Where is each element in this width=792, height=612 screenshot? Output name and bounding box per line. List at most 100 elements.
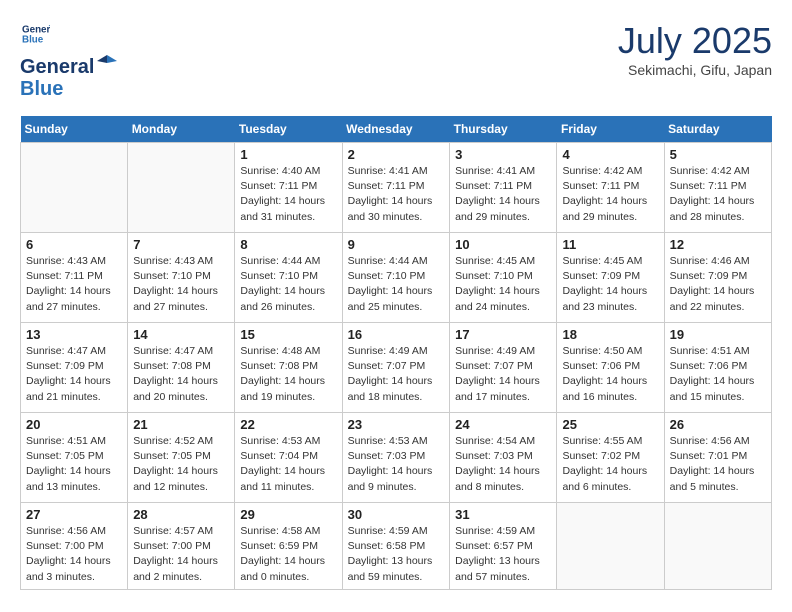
day-info: Sunrise: 4:53 AMSunset: 7:03 PMDaylight:… — [348, 434, 445, 495]
day-info: Sunrise: 4:42 AMSunset: 7:11 PMDaylight:… — [670, 164, 766, 225]
day-number: 4 — [562, 147, 658, 162]
day-info: Sunrise: 4:52 AMSunset: 7:05 PMDaylight:… — [133, 434, 229, 495]
day-number: 10 — [455, 237, 551, 252]
day-info: Sunrise: 4:49 AMSunset: 7:07 PMDaylight:… — [455, 344, 551, 405]
logo: General Blue General Blue — [20, 20, 117, 100]
calendar-week-1: 1 Sunrise: 4:40 AMSunset: 7:11 PMDaylight… — [21, 143, 772, 233]
day-number: 2 — [348, 147, 445, 162]
weekday-header-friday: Friday — [557, 116, 664, 143]
day-number: 24 — [455, 417, 551, 432]
day-info: Sunrise: 4:40 AMSunset: 7:11 PMDaylight:… — [240, 164, 336, 225]
calendar-week-4: 20 Sunrise: 4:51 AMSunset: 7:05 PMDayligh… — [21, 413, 772, 503]
location: Sekimachi, Gifu, Japan — [618, 62, 772, 78]
calendar-cell: 2 Sunrise: 4:41 AMSunset: 7:11 PMDaylight… — [342, 143, 450, 233]
calendar-cell: 7 Sunrise: 4:43 AMSunset: 7:10 PMDaylight… — [128, 233, 235, 323]
day-info: Sunrise: 4:50 AMSunset: 7:06 PMDaylight:… — [562, 344, 658, 405]
day-info: Sunrise: 4:56 AMSunset: 7:00 PMDaylight:… — [26, 524, 122, 585]
day-info: Sunrise: 4:43 AMSunset: 7:11 PMDaylight:… — [26, 254, 122, 315]
day-number: 8 — [240, 237, 336, 252]
month-title: July 2025 — [618, 20, 772, 62]
calendar-cell: 13 Sunrise: 4:47 AMSunset: 7:09 PMDayligh… — [21, 323, 128, 413]
calendar-table: SundayMondayTuesdayWednesdayThursdayFrid… — [20, 116, 772, 590]
day-number: 9 — [348, 237, 445, 252]
calendar-cell: 22Sunrise: 4:53 AMSunset: 7:04 PMDayligh… — [235, 413, 342, 503]
day-number: 22 — [240, 417, 336, 432]
logo-line2: Blue — [20, 78, 63, 100]
day-number: 12 — [670, 237, 766, 252]
day-number: 21 — [133, 417, 229, 432]
calendar-cell: 18 Sunrise: 4:50 AMSunset: 7:06 PMDayligh… — [557, 323, 664, 413]
day-info: Sunrise: 4:45 AMSunset: 7:09 PMDaylight:… — [562, 254, 658, 315]
calendar-cell: 24 Sunrise: 4:54 AMSunset: 7:03 PMDayligh… — [450, 413, 557, 503]
day-number: 14 — [133, 327, 229, 342]
day-info: Sunrise: 4:47 AMSunset: 7:08 PMDaylight:… — [133, 344, 229, 405]
calendar-cell: 12Sunrise: 4:46 AMSunset: 7:09 PMDayligh… — [664, 233, 771, 323]
calendar-cell: 17Sunrise: 4:49 AMSunset: 7:07 PMDayligh… — [450, 323, 557, 413]
calendar-week-2: 6 Sunrise: 4:43 AMSunset: 7:11 PMDaylight… — [21, 233, 772, 323]
day-info: Sunrise: 4:56 AMSunset: 7:01 PMDaylight:… — [670, 434, 766, 495]
day-number: 1 — [240, 147, 336, 162]
calendar-cell — [128, 143, 235, 233]
day-info: Sunrise: 4:47 AMSunset: 7:09 PMDaylight:… — [26, 344, 122, 405]
day-number: 31 — [455, 507, 551, 522]
calendar-cell: 25Sunrise: 4:55 AMSunset: 7:02 PMDayligh… — [557, 413, 664, 503]
svg-text:Blue: Blue — [22, 34, 44, 45]
calendar-cell — [664, 503, 771, 590]
day-info: Sunrise: 4:51 AMSunset: 7:05 PMDaylight:… — [26, 434, 122, 495]
logo-bird-icon — [97, 53, 117, 73]
day-number: 13 — [26, 327, 122, 342]
day-info: Sunrise: 4:49 AMSunset: 7:07 PMDaylight:… — [348, 344, 445, 405]
calendar-cell: 14 Sunrise: 4:47 AMSunset: 7:08 PMDayligh… — [128, 323, 235, 413]
day-number: 6 — [26, 237, 122, 252]
day-number: 26 — [670, 417, 766, 432]
logo-line1: General — [20, 56, 94, 78]
weekday-header-sunday: Sunday — [21, 116, 128, 143]
calendar-cell: 9Sunrise: 4:44 AMSunset: 7:10 PMDaylight… — [342, 233, 450, 323]
calendar-cell: 15 Sunrise: 4:48 AMSunset: 7:08 PMDayligh… — [235, 323, 342, 413]
day-info: Sunrise: 4:41 AMSunset: 7:11 PMDaylight:… — [348, 164, 445, 225]
weekday-header-tuesday: Tuesday — [235, 116, 342, 143]
day-number: 30 — [348, 507, 445, 522]
calendar-week-5: 27Sunrise: 4:56 AMSunset: 7:00 PMDayligh… — [21, 503, 772, 590]
calendar-cell: 20 Sunrise: 4:51 AMSunset: 7:05 PMDayligh… — [21, 413, 128, 503]
day-info: Sunrise: 4:51 AMSunset: 7:06 PMDaylight:… — [670, 344, 766, 405]
weekday-header-saturday: Saturday — [664, 116, 771, 143]
calendar-cell: 1 Sunrise: 4:40 AMSunset: 7:11 PMDaylight… — [235, 143, 342, 233]
calendar-cell: 29Sunrise: 4:58 AMSunset: 6:59 PMDayligh… — [235, 503, 342, 590]
calendar-cell: 27Sunrise: 4:56 AMSunset: 7:00 PMDayligh… — [21, 503, 128, 590]
day-number: 29 — [240, 507, 336, 522]
calendar-cell: 4Sunrise: 4:42 AMSunset: 7:11 PMDaylight… — [557, 143, 664, 233]
day-info: Sunrise: 4:54 AMSunset: 7:03 PMDaylight:… — [455, 434, 551, 495]
day-info: Sunrise: 4:59 AMSunset: 6:58 PMDaylight:… — [348, 524, 445, 585]
calendar-cell: 31 Sunrise: 4:59 AMSunset: 6:57 PMDayligh… — [450, 503, 557, 590]
day-number: 20 — [26, 417, 122, 432]
day-number: 11 — [562, 237, 658, 252]
title-block: July 2025 Sekimachi, Gifu, Japan — [618, 20, 772, 78]
day-number: 7 — [133, 237, 229, 252]
day-info: Sunrise: 4:43 AMSunset: 7:10 PMDaylight:… — [133, 254, 229, 315]
day-info: Sunrise: 4:41 AMSunset: 7:11 PMDaylight:… — [455, 164, 551, 225]
calendar-cell: 5Sunrise: 4:42 AMSunset: 7:11 PMDaylight… — [664, 143, 771, 233]
calendar-cell: 16Sunrise: 4:49 AMSunset: 7:07 PMDayligh… — [342, 323, 450, 413]
calendar-cell: 23 Sunrise: 4:53 AMSunset: 7:03 PMDayligh… — [342, 413, 450, 503]
day-number: 3 — [455, 147, 551, 162]
calendar-cell — [21, 143, 128, 233]
calendar-cell: 11 Sunrise: 4:45 AMSunset: 7:09 PMDayligh… — [557, 233, 664, 323]
day-number: 19 — [670, 327, 766, 342]
page-header: General Blue General Blue July 2025 Seki… — [20, 20, 772, 100]
day-number: 15 — [240, 327, 336, 342]
logo-text: General Blue — [20, 56, 94, 100]
day-number: 23 — [348, 417, 445, 432]
day-info: Sunrise: 4:55 AMSunset: 7:02 PMDaylight:… — [562, 434, 658, 495]
calendar-cell: 26 Sunrise: 4:56 AMSunset: 7:01 PMDayligh… — [664, 413, 771, 503]
weekday-header-wednesday: Wednesday — [342, 116, 450, 143]
calendar-week-3: 13 Sunrise: 4:47 AMSunset: 7:09 PMDayligh… — [21, 323, 772, 413]
weekday-header-monday: Monday — [128, 116, 235, 143]
calendar-cell: 19 Sunrise: 4:51 AMSunset: 7:06 PMDayligh… — [664, 323, 771, 413]
day-number: 18 — [562, 327, 658, 342]
day-info: Sunrise: 4:57 AMSunset: 7:00 PMDaylight:… — [133, 524, 229, 585]
day-info: Sunrise: 4:59 AMSunset: 6:57 PMDaylight:… — [455, 524, 551, 585]
day-info: Sunrise: 4:44 AMSunset: 7:10 PMDaylight:… — [240, 254, 336, 315]
day-info: Sunrise: 4:45 AMSunset: 7:10 PMDaylight:… — [455, 254, 551, 315]
day-info: Sunrise: 4:48 AMSunset: 7:08 PMDaylight:… — [240, 344, 336, 405]
